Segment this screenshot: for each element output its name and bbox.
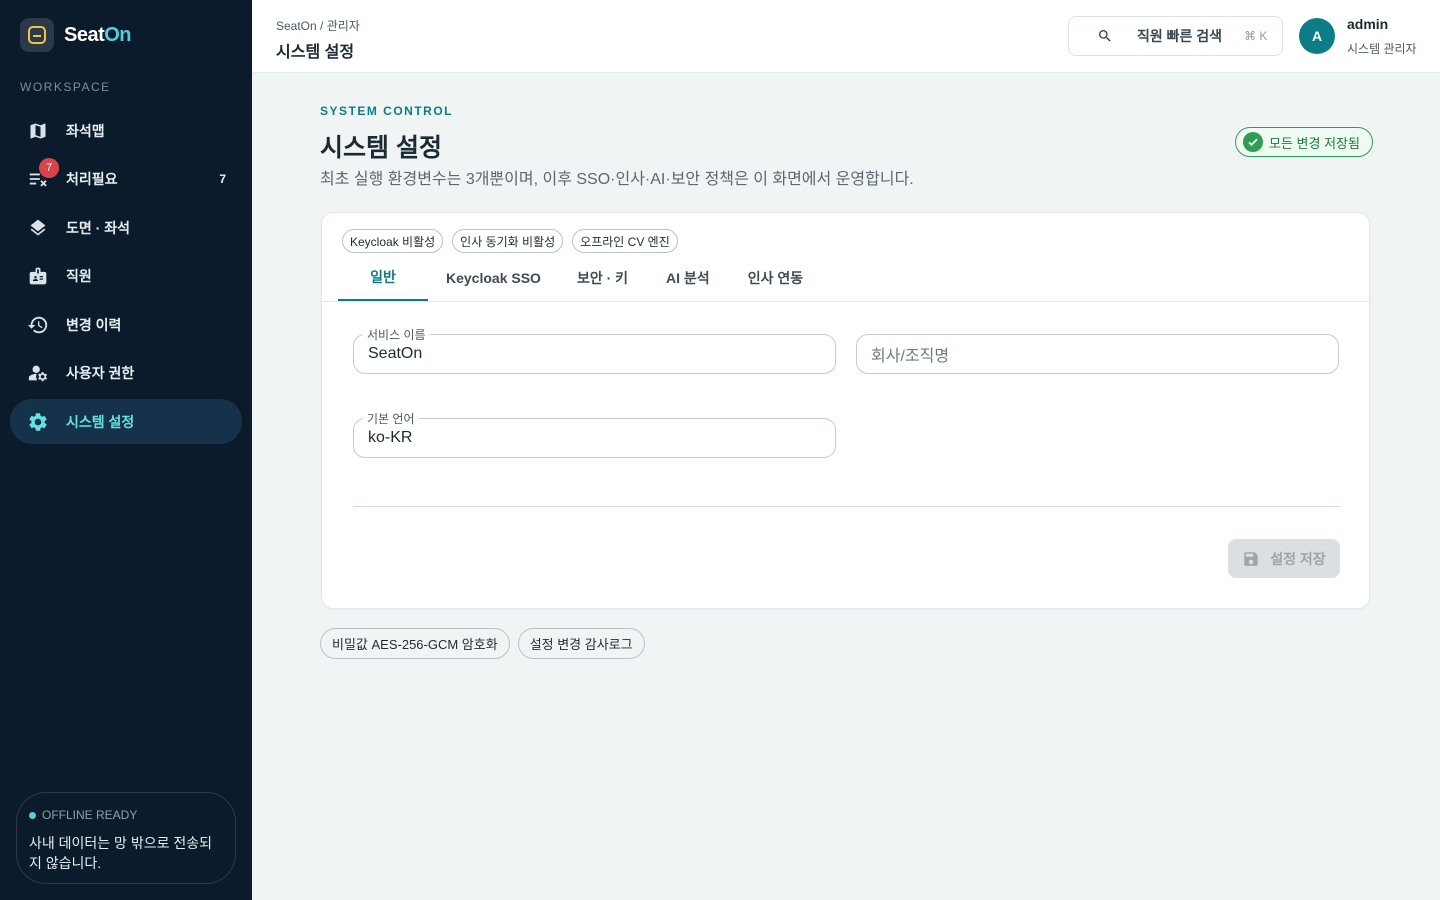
sidebar-item-seat-map[interactable]: 좌석맵 <box>10 108 242 153</box>
service-name-field[interactable]: 서비스 이름 SeatOn <box>353 326 836 374</box>
topbar: SeatOn / 관리자 시스템 설정 직원 빠른 검색 ⌘ K A admin… <box>252 0 1440 73</box>
user-settings-icon <box>27 362 49 384</box>
breadcrumb: SeatOn / 관리자 <box>276 19 360 33</box>
status-chip-cv-engine: 오프라인 CV 엔진 <box>572 229 678 253</box>
brand-name: SeatOn <box>64 23 132 46</box>
sidebar-item-floorplan[interactable]: 도면 · 좌석 <box>10 205 242 250</box>
topbar-title: 시스템 설정 <box>276 44 355 61</box>
pending-badge: 7 <box>39 157 59 178</box>
user-role: 시스템 관리자 <box>1347 42 1417 56</box>
sidebar-item-label: 도면 · 좌석 <box>66 219 130 236</box>
service-name-label: 서비스 이름 <box>363 326 430 343</box>
service-name-value: SeatOn <box>368 345 423 362</box>
status-dot-icon <box>29 811 36 819</box>
sidebar-item-label: 사용자 권한 <box>66 365 135 381</box>
sidebar-item-history[interactable]: 변경 이력 <box>10 302 242 347</box>
sidebar-item-label: 처리필요 <box>66 171 118 187</box>
tab-ai-analysis[interactable]: AI 분석 <box>646 255 730 301</box>
layers-icon <box>27 217 49 239</box>
default-language-value: ko-KR <box>368 429 413 446</box>
history-icon <box>27 314 49 336</box>
card-divider <box>353 506 1340 507</box>
page-description: 최초 실행 환경변수는 3개뿐이며, 이후 SSO·인사·AI·보안 정책은 이… <box>320 171 914 188</box>
save-icon <box>1244 551 1259 566</box>
tab-keycloak-sso[interactable]: Keycloak SSO <box>428 255 559 301</box>
chip-audit-log[interactable]: 설정 변경 감사로그 <box>517 628 645 659</box>
page-title: 시스템 설정 <box>320 134 442 162</box>
status-chips: Keycloak 비활성 인사 동기화 비활성 오프라인 CV 엔진 <box>342 229 678 253</box>
tab-hr-integration[interactable]: 인사 연동 <box>730 255 821 301</box>
company-name-field[interactable]: 회사/조직명 <box>856 334 1339 374</box>
search-shortcut: ⌘ K <box>1244 29 1268 43</box>
sidebar: SeatOn WORKSPACE 좌석맵 7 처리필요 7 도면 · 좌석 직원… <box>0 0 252 900</box>
footer-chips: 비밀값 AES-256-GCM 암호화 설정 변경 감사로그 <box>320 628 645 659</box>
search-icon <box>1099 30 1111 42</box>
user-name: admin <box>1347 16 1389 32</box>
company-name-placeholder: 회사/조직명 <box>871 348 950 365</box>
sidebar-item-label: 시스템 설정 <box>66 413 135 430</box>
tab-security-keys[interactable]: 보안 · 키 <box>559 255 646 301</box>
search-label: 직원 빠른 검색 <box>1137 28 1223 44</box>
tab-general[interactable]: 일반 <box>338 255 428 301</box>
workspace-label: WORKSPACE <box>20 80 111 94</box>
brand[interactable]: SeatOn <box>20 18 132 52</box>
sidebar-item-pending[interactable]: 7 처리필요 7 <box>10 157 242 202</box>
sidebar-item-label: 좌석맵 <box>66 122 105 139</box>
map-icon <box>27 120 49 142</box>
save-settings-button[interactable]: 설정 저장 <box>1228 539 1340 578</box>
sidebar-item-user-permissions[interactable]: 사용자 권한 <box>10 351 242 396</box>
default-language-label: 기본 언어 <box>363 410 419 427</box>
seaton-logo-icon <box>20 18 54 52</box>
sidebar-item-employees[interactable]: 직원 <box>10 254 242 299</box>
employee-search[interactable]: 직원 빠른 검색 ⌘ K <box>1068 16 1283 56</box>
status-chip-hr-sync: 인사 동기화 비활성 <box>452 229 564 253</box>
section-eyebrow: SYSTEM CONTROL <box>320 104 454 118</box>
offline-ready-panel: OFFLINE READY 사내 데이터는 망 밖으로 전송되지 않습니다. <box>16 792 236 884</box>
pending-count: 7 <box>219 172 226 186</box>
saved-status-badge: 모든 변경 저장됨 <box>1235 127 1373 157</box>
offline-title: OFFLINE READY <box>29 808 223 822</box>
tabs-divider <box>322 301 1369 302</box>
sidebar-nav: 좌석맵 7 처리필요 7 도면 · 좌석 직원 변경 이력 사용자 권한 시스템… <box>10 108 242 448</box>
settings-card: Keycloak 비활성 인사 동기화 비활성 오프라인 CV 엔진 일반 Ke… <box>321 212 1370 609</box>
check-circle-icon <box>1243 132 1263 152</box>
default-language-field[interactable]: 기본 언어 ko-KR <box>353 410 836 458</box>
sidebar-item-label: 변경 이력 <box>66 316 122 333</box>
chip-aes-encryption[interactable]: 비밀값 AES-256-GCM 암호화 <box>320 628 510 659</box>
sidebar-item-label: 직원 <box>66 268 92 284</box>
avatar[interactable]: A <box>1299 18 1335 54</box>
offline-text: 사내 데이터는 망 밖으로 전송되지 않습니다. <box>29 835 212 871</box>
sidebar-item-system-settings[interactable]: 시스템 설정 <box>10 399 242 444</box>
id-badge-icon <box>27 265 49 287</box>
settings-tabs: 일반 Keycloak SSO 보안 · 키 AI 분석 인사 연동 <box>338 255 821 301</box>
gear-icon <box>27 411 49 433</box>
status-chip-keycloak: Keycloak 비활성 <box>342 229 444 253</box>
